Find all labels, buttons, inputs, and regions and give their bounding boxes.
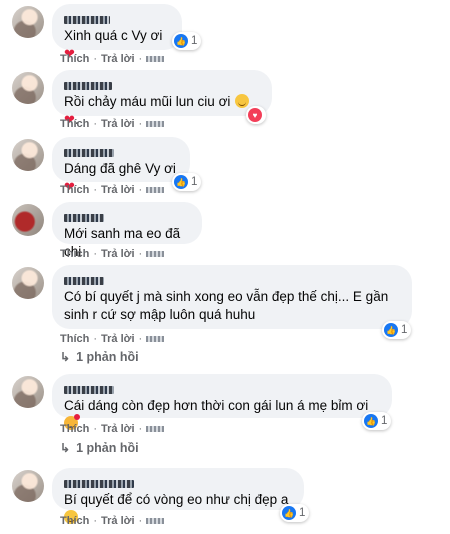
comment-bubble: Dáng đã ghê Vy ơi ❤ xyxy=(52,137,190,194)
reaction-count: 1 xyxy=(191,35,198,47)
reply-arrow-icon: ↳ xyxy=(60,350,71,364)
comment-text: Cái dáng còn đẹp hơn thời con gái lun á … xyxy=(64,398,369,413)
comment-bubble: Cái dáng còn đẹp hơn thời con gái lun á … xyxy=(52,374,392,430)
timestamp[interactable] xyxy=(146,187,165,193)
reaction-summary[interactable]: 👍 1 xyxy=(172,173,202,191)
comment-bubble: Bí quyết để có vòng eo như chị đẹp a xyxy=(52,468,304,524)
replies-count: 1 phản hồi xyxy=(76,350,139,364)
reply-button[interactable]: Trả lời xyxy=(101,515,135,527)
like-button[interactable]: Thích xyxy=(60,118,89,130)
thumbs-up-icon: 👍 xyxy=(174,175,188,189)
smile-emoji xyxy=(234,94,249,108)
like-button[interactable]: Thích xyxy=(60,248,89,260)
like-button[interactable]: Thích xyxy=(60,333,89,345)
reaction-count: 1 xyxy=(299,507,306,519)
reply-button[interactable]: Trả lời xyxy=(101,184,135,196)
author-name[interactable] xyxy=(64,11,170,24)
heart-icon: ♥ xyxy=(248,108,262,122)
view-replies-link[interactable]: ↳ 1 phản hồi xyxy=(60,441,139,455)
comment-bubble: Xinh quá c Vy ơi ❤ xyxy=(52,4,182,61)
comment-text: Bí quyết để có vòng eo như chị đẹp a xyxy=(64,492,289,507)
thumbs-up-icon: 👍 xyxy=(282,506,296,520)
reply-button[interactable]: Trả lời xyxy=(101,53,135,65)
comment-text: Dáng đã ghê Vy ơi xyxy=(64,161,176,176)
comment-text: Xinh quá c Vy ơi xyxy=(64,28,163,43)
avatar[interactable] xyxy=(12,139,44,171)
thumbs-up-icon: 👍 xyxy=(384,323,398,337)
replies-count: 1 phản hồi xyxy=(76,441,139,455)
like-button[interactable]: Thích xyxy=(60,423,89,435)
timestamp[interactable] xyxy=(146,336,165,342)
reaction-summary[interactable]: 👍 1 xyxy=(280,504,310,522)
reaction-summary[interactable]: 👍 1 xyxy=(362,412,392,430)
reaction-summary[interactable]: ♥ xyxy=(246,106,266,124)
like-button[interactable]: Thích xyxy=(60,184,89,196)
author-name[interactable] xyxy=(64,144,178,157)
view-replies-link[interactable]: ↳ 1 phản hồi xyxy=(60,350,139,364)
author-name[interactable] xyxy=(64,209,190,222)
reply-button[interactable]: Trả lời xyxy=(101,248,135,260)
reaction-summary[interactable]: 👍 1 xyxy=(172,32,202,50)
avatar[interactable] xyxy=(12,204,44,236)
avatar[interactable] xyxy=(12,6,44,38)
reaction-summary[interactable]: 👍 1 xyxy=(382,321,412,339)
reaction-count: 1 xyxy=(401,324,408,336)
comment-bubble: Có bí quyết j mà sinh xong eo vẫn đẹp th… xyxy=(52,265,412,329)
reply-button[interactable]: Trả lời xyxy=(101,118,135,130)
thumbs-up-icon: 👍 xyxy=(174,34,188,48)
like-button[interactable]: Thích xyxy=(60,515,89,527)
reaction-count: 1 xyxy=(381,415,388,427)
comment-text-line: Có bí quyết j mà sinh xong eo vẫn đẹp th… xyxy=(64,289,389,304)
reply-button[interactable]: Trả lời xyxy=(101,333,135,345)
comment-text: Rồi chảy máu mũi lun ciu ơi xyxy=(64,94,231,109)
author-name[interactable] xyxy=(64,381,380,394)
timestamp[interactable] xyxy=(146,121,165,127)
author-name[interactable] xyxy=(64,475,292,488)
author-name[interactable] xyxy=(64,272,400,285)
comment-text: Có bí quyết j mà sinh xong eo vẫn đẹp th… xyxy=(64,288,400,324)
reaction-count: 1 xyxy=(191,176,198,188)
avatar[interactable] xyxy=(12,376,44,408)
author-name[interactable] xyxy=(64,77,260,90)
avatar[interactable] xyxy=(12,72,44,104)
reply-arrow-icon: ↳ xyxy=(60,441,71,455)
comment-bubble: Mới sanh ma eo đã chi xyxy=(52,202,202,259)
like-button[interactable]: Thích xyxy=(60,53,89,65)
avatar[interactable] xyxy=(12,470,44,502)
timestamp[interactable] xyxy=(146,251,165,257)
timestamp[interactable] xyxy=(146,56,165,62)
comment-bubble: Rồi chảy máu mũi lun ciu ơi ❤. xyxy=(52,70,272,128)
reply-button[interactable]: Trả lời xyxy=(101,423,135,435)
comment-text-line: sinh r cứ sợ mập luôn quá huhu xyxy=(64,307,256,322)
timestamp[interactable] xyxy=(146,518,165,524)
timestamp[interactable] xyxy=(146,426,165,432)
avatar[interactable] xyxy=(12,267,44,299)
thumbs-up-icon: 👍 xyxy=(364,414,378,428)
